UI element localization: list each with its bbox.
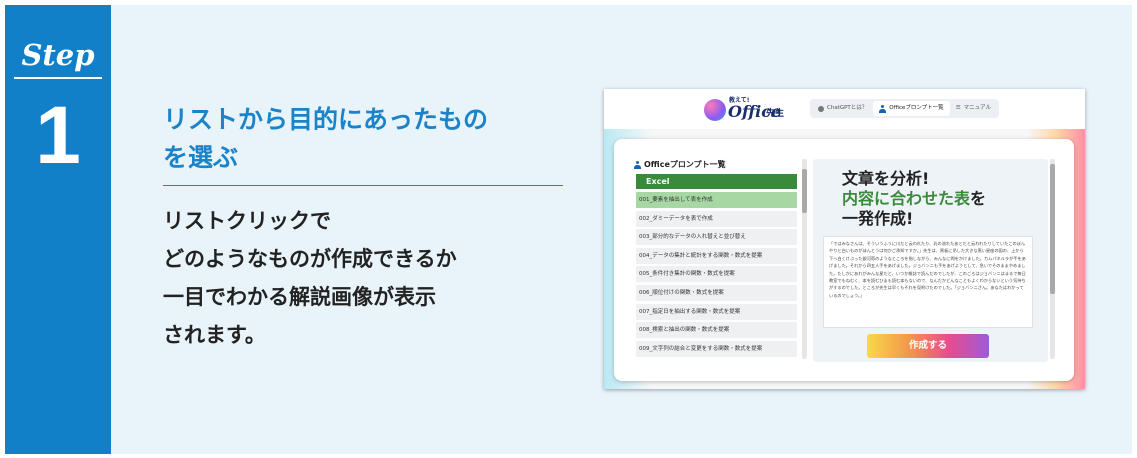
preview-title-suffix: を xyxy=(970,189,987,208)
list-item[interactable]: 004_データの集計と統計をする関数・数式を提案 xyxy=(636,247,797,264)
step-divider xyxy=(14,77,102,79)
nav-tab-label: マニュアル xyxy=(963,105,991,111)
preview-title: 文章を分析! 内容に合わせた表を 一発作成! xyxy=(842,169,986,229)
list-scrollbar-thumb[interactable] xyxy=(802,169,807,213)
step-heading: リストから目的にあったもの を選ぶ xyxy=(163,101,563,177)
step-label: Step xyxy=(21,38,95,72)
list-item[interactable]: 007_指定日を抽出する関数・数式を提案 xyxy=(636,303,797,320)
prompt-list-title-text: Officeプロンプト一覧 xyxy=(644,160,726,169)
description-line: どのようなものが作成できるか xyxy=(163,247,457,271)
list-icon: ☰ xyxy=(955,105,961,111)
nav-tab-label: Officeプロンプト一覧 xyxy=(889,105,944,111)
preview-scrollbar-thumb[interactable] xyxy=(1050,164,1055,294)
app-nav: ChatGPTとは？ Officeプロンプト一覧 ☰ マニュアル xyxy=(810,99,999,118)
step-sidebar xyxy=(5,5,111,454)
list-item[interactable]: 001_要素を抽出して表を作成 xyxy=(636,192,797,208)
heart-logo-icon xyxy=(704,99,726,121)
list-item[interactable]: 003_部分的なデータの入れ替えと並び替え xyxy=(636,229,797,246)
nav-tab-manual[interactable]: ☰ マニュアル xyxy=(950,101,997,116)
heading-underline xyxy=(163,185,563,186)
preview-title-line: 文章を分析! xyxy=(842,169,930,188)
description-line: リストクリックで xyxy=(163,209,331,233)
app-header: 教えて! Office 先生 ChatGPTとは？ Officeプロンプト一覧 … xyxy=(604,89,1085,129)
preview-text: 「ではみなさんは、そういうふうに川だと云われたり、乳の流れたあとだと云われたりし… xyxy=(823,236,1033,328)
heading-line: リストから目的にあったもの xyxy=(163,105,489,134)
step-description: リストクリックで どのようなものが作成できるか 一目でわかる解説画像が表示 され… xyxy=(163,202,583,354)
create-button[interactable]: 作成する xyxy=(867,334,989,358)
list-item[interactable]: 002_ダミーデータを表で作成 xyxy=(636,210,797,227)
prompt-list: 001_要素を抽出して表を作成 002_ダミーデータを表で作成 003_部分的な… xyxy=(636,192,797,359)
person-icon xyxy=(634,160,641,169)
category-header-excel[interactable]: Excel xyxy=(636,174,797,189)
question-circle-icon xyxy=(818,105,824,112)
preview-title-highlight: 内容に合わせた表 xyxy=(842,189,971,208)
list-item[interactable]: 005_条件付き集計の関数・数式を提案 xyxy=(636,266,797,283)
logo-suffix: 先生 xyxy=(766,109,785,119)
prompt-list-title: Officeプロンプト一覧 xyxy=(634,159,726,170)
nav-tab-chatgpt[interactable]: ChatGPTとは？ xyxy=(812,101,873,116)
description-line: されます。 xyxy=(163,323,266,347)
nav-tab-prompts[interactable]: Officeプロンプト一覧 xyxy=(873,101,950,116)
list-item[interactable]: 009_文字列の結合と変更をする関数・数式を提案 xyxy=(636,340,797,357)
heading-line: を選ぶ xyxy=(163,143,239,172)
description-line: 一目でわかる解説画像が表示 xyxy=(163,285,436,309)
app-logo[interactable]: 教えて! Office 先生 xyxy=(702,95,792,125)
list-item[interactable]: 006_順位付けの関数・数式を提案 xyxy=(636,284,797,301)
nav-tab-label: ChatGPTとは？ xyxy=(827,105,868,111)
person-icon xyxy=(879,104,887,113)
step-number: 1 xyxy=(35,90,81,181)
preview-title-line: 一発作成! xyxy=(842,209,914,228)
list-item[interactable]: 008_検索と抽出の関数・数式を提案 xyxy=(636,322,797,339)
preview-title-line: 内容に合わせた表を xyxy=(842,189,986,209)
